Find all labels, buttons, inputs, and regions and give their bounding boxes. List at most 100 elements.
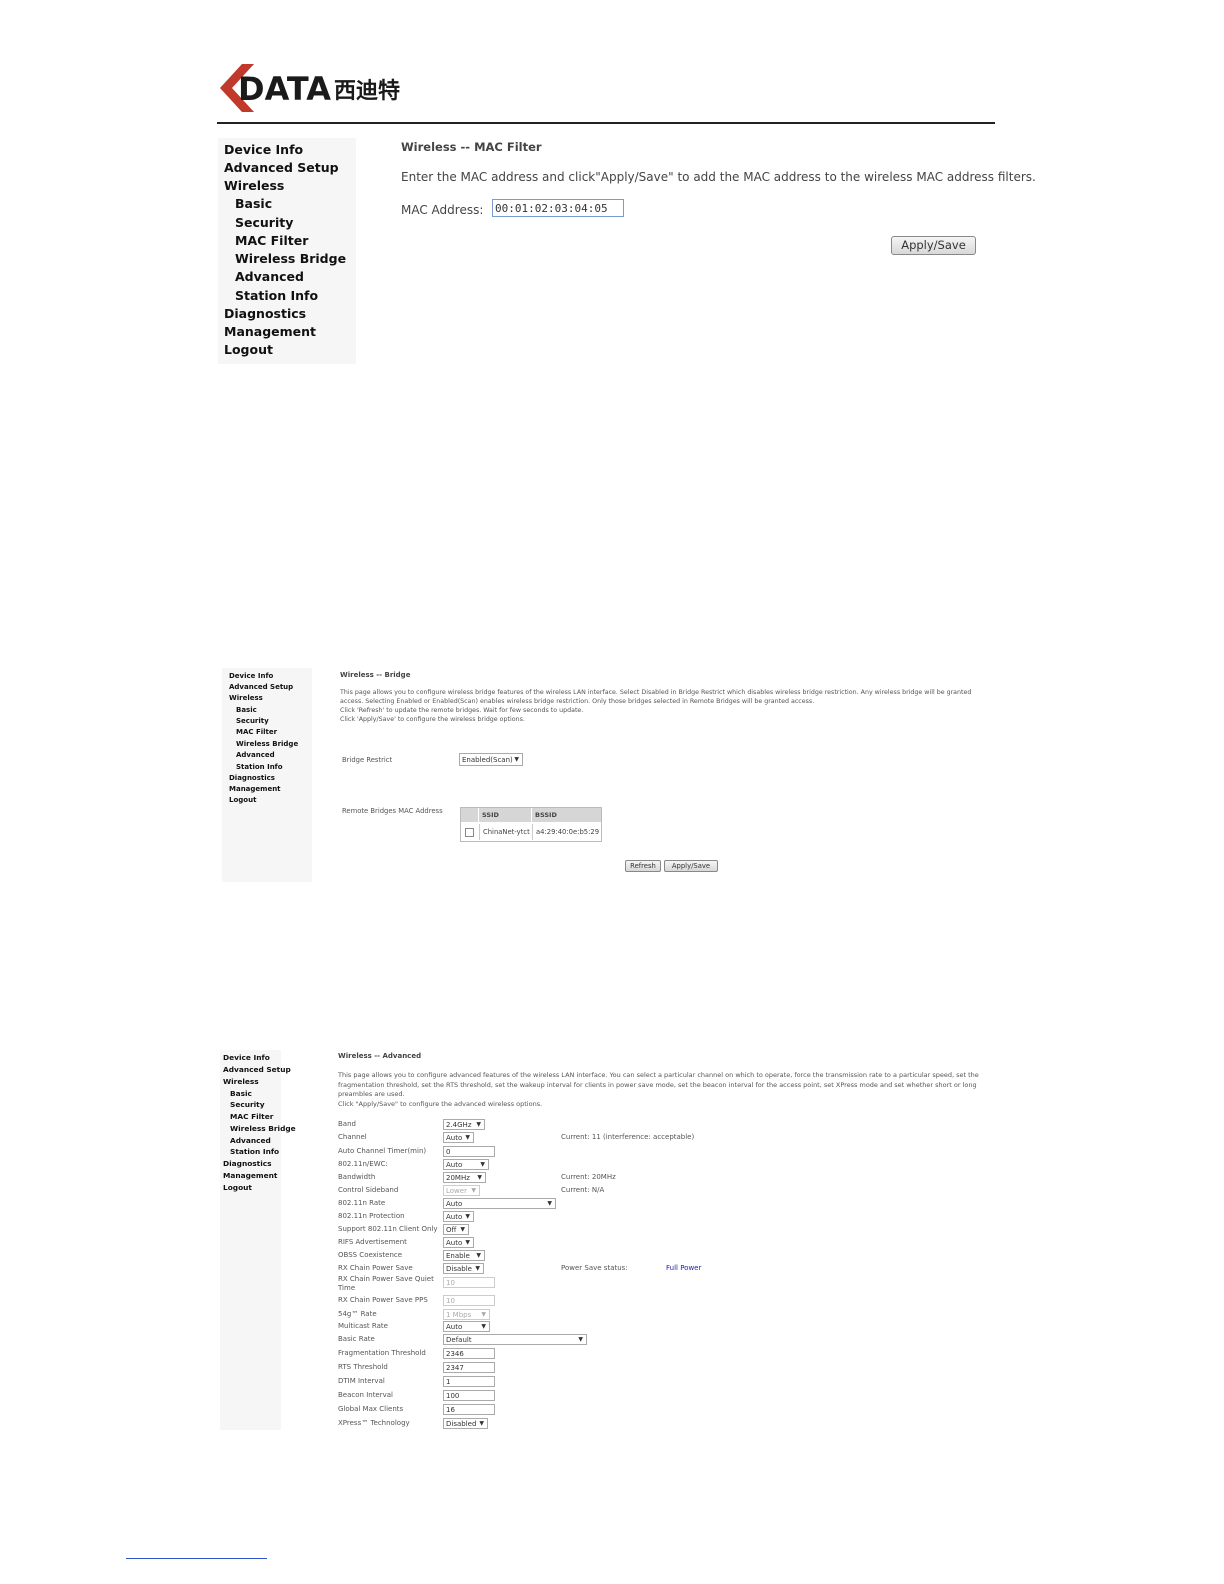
multicast-rate-value: Auto xyxy=(446,1323,463,1331)
54g-rate-select[interactable]: 1 Mbps ▼ xyxy=(443,1309,490,1320)
sidebar-item-wireless-bridge[interactable]: Wireless Bridge xyxy=(235,251,346,266)
page-title: Wireless -- Bridge xyxy=(340,671,411,679)
rifs-advertisement-select[interactable]: Auto ▼ xyxy=(443,1237,474,1248)
80211n-ewc-select[interactable]: Auto ▼ xyxy=(443,1159,489,1170)
obss-coexistence-label: OBSS Coexistence xyxy=(338,1251,403,1259)
chevron-down-icon: ▼ xyxy=(465,1213,470,1220)
sidebar-item-diagnostics[interactable]: Diagnostics xyxy=(224,306,306,321)
sidebar-item-device-info[interactable]: Device Info xyxy=(229,672,273,680)
sidebar-item-logout[interactable]: Logout xyxy=(229,796,256,804)
rifs-advertisement-value: Auto xyxy=(446,1239,463,1247)
sidebar-nav: Device Info Advanced Setup Wireless Basi… xyxy=(218,138,356,364)
client-only-label: Support 802.11n Client Only xyxy=(338,1225,438,1233)
sidebar-item-diagnostics[interactable]: Diagnostics xyxy=(229,774,275,782)
auto-channel-timer-input[interactable]: 0 xyxy=(443,1146,495,1157)
chevron-down-icon: ▼ xyxy=(475,1265,480,1272)
80211n-protection-select[interactable]: Auto ▼ xyxy=(443,1211,474,1222)
bridge-restrict-select[interactable]: Enabled(Scan) ▼ xyxy=(459,753,523,766)
rts-threshold-input[interactable]: 2347 xyxy=(443,1362,495,1373)
bandwidth-value: 20MHz xyxy=(446,1174,470,1182)
sidebar-item-security[interactable]: Security xyxy=(236,717,269,725)
obss-coexistence-select[interactable]: Enable ▼ xyxy=(443,1250,485,1261)
sidebar-item-diagnostics[interactable]: Diagnostics xyxy=(223,1159,272,1168)
obss-coexistence-value: Enable xyxy=(446,1252,470,1260)
sidebar-item-device-info[interactable]: Device Info xyxy=(223,1053,270,1062)
fragmentation-threshold-input[interactable]: 2346 xyxy=(443,1348,495,1359)
sidebar-item-wireless[interactable]: Wireless xyxy=(229,694,263,702)
sidebar-item-wireless-bridge[interactable]: Wireless Bridge xyxy=(236,740,298,748)
chevron-down-icon: ▼ xyxy=(477,1174,482,1181)
sidebar-item-station-info[interactable]: Station Info xyxy=(235,288,318,303)
multicast-rate-select[interactable]: Auto ▼ xyxy=(443,1321,490,1332)
sidebar-item-advanced[interactable]: Advanced xyxy=(235,269,304,284)
rts-threshold-label: RTS Threshold xyxy=(338,1363,388,1371)
rx-pps-input[interactable]: 10 xyxy=(443,1295,495,1306)
sidebar-item-mac-filter[interactable]: MAC Filter xyxy=(235,233,308,248)
sidebar-item-station-info[interactable]: Station Info xyxy=(230,1147,279,1156)
sidebar-nav: Device Info Advanced Setup Wireless Basi… xyxy=(220,1050,296,1430)
sidebar-item-advanced-setup[interactable]: Advanced Setup xyxy=(229,683,293,691)
basic-rate-select[interactable]: Default ▼ xyxy=(443,1334,587,1345)
dtim-interval-label: DTIM Interval xyxy=(338,1377,385,1385)
sidebar-item-wireless[interactable]: Wireless xyxy=(223,1077,259,1086)
sidebar-item-wireless-bridge[interactable]: Wireless Bridge xyxy=(230,1124,296,1133)
sidebar-item-wireless[interactable]: Wireless xyxy=(224,178,284,193)
80211n-rate-value: Auto xyxy=(446,1200,463,1208)
chevron-down-icon: ▼ xyxy=(465,1134,470,1141)
rifs-advertisement-label: RIFS Advertisement xyxy=(338,1238,407,1246)
mac-address-label: MAC Address: xyxy=(401,203,484,217)
bridge-restrict-label: Bridge Restrict xyxy=(342,756,393,764)
fragmentation-threshold-label: Fragmentation Threshold xyxy=(338,1349,426,1357)
table-row-checkbox[interactable] xyxy=(463,824,477,840)
beacon-interval-input[interactable]: 100 xyxy=(443,1390,495,1401)
beacon-interval-label: Beacon Interval xyxy=(338,1391,393,1399)
channel-current-text: Current: 11 (interference: acceptable) xyxy=(561,1133,695,1141)
sidebar-item-basic[interactable]: Basic xyxy=(235,196,272,211)
sidebar-item-basic[interactable]: Basic xyxy=(236,706,257,714)
sidebar-item-station-info[interactable]: Station Info xyxy=(236,763,283,771)
sidebar-item-security[interactable]: Security xyxy=(230,1100,265,1109)
sidebar-item-management[interactable]: Management xyxy=(224,324,316,339)
sidebar-item-advanced-setup[interactable]: Advanced Setup xyxy=(223,1065,291,1074)
global-max-clients-label: Global Max Clients xyxy=(338,1405,404,1413)
apply-save-button[interactable]: Apply/Save xyxy=(664,860,718,872)
sidebar-item-logout[interactable]: Logout xyxy=(224,342,273,357)
xpress-technology-select[interactable]: Disabled ▼ xyxy=(443,1418,488,1429)
sidebar-item-advanced[interactable]: Advanced xyxy=(230,1136,271,1145)
rx-quiet-time-label: RX Chain Power Save Quiet Time xyxy=(338,1275,434,1292)
sidebar-item-advanced[interactable]: Advanced xyxy=(236,751,275,759)
bandwidth-select[interactable]: 20MHz ▼ xyxy=(443,1172,486,1183)
sidebar-item-device-info[interactable]: Device Info xyxy=(224,142,303,157)
client-only-select[interactable]: Off ▼ xyxy=(443,1224,469,1235)
chevron-down-icon: ▼ xyxy=(481,1311,486,1318)
80211n-rate-select[interactable]: Auto ▼ xyxy=(443,1198,556,1209)
54g-rate-label: 54g™ Rate xyxy=(338,1310,377,1318)
rx-quiet-time-input[interactable]: 10 xyxy=(443,1277,495,1288)
refresh-button[interactable]: Refresh xyxy=(625,860,661,872)
global-max-clients-input[interactable]: 16 xyxy=(443,1404,495,1415)
chevron-down-icon: ▼ xyxy=(460,1226,465,1233)
sidebar-item-security[interactable]: Security xyxy=(235,215,293,230)
sidebar-item-advanced-setup[interactable]: Advanced Setup xyxy=(224,160,339,175)
xpress-technology-label: XPress™ Technology xyxy=(338,1419,410,1427)
sidebar-item-mac-filter[interactable]: MAC Filter xyxy=(236,728,277,736)
80211n-protection-label: 802.11n Protection xyxy=(338,1212,405,1220)
dtim-interval-input[interactable]: 1 xyxy=(443,1376,495,1387)
logo-text: DATA xyxy=(238,70,331,108)
channel-select[interactable]: Auto ▼ xyxy=(443,1132,474,1143)
sidebar-item-mac-filter[interactable]: MAC Filter xyxy=(230,1112,273,1121)
page-description-line: Click 'Refresh' to update the remote bri… xyxy=(340,707,584,714)
mac-address-input[interactable]: 00:01:02:03:04:05 xyxy=(492,199,624,217)
power-save-status-value: Full Power xyxy=(666,1264,702,1272)
rx-chain-power-save-select[interactable]: Disable ▼ xyxy=(443,1263,484,1274)
table-cell-bssid: a4:29:40:0e:b5:29 xyxy=(532,824,601,840)
band-select[interactable]: 2.4GHz ▼ xyxy=(443,1119,485,1130)
chevron-down-icon: ▼ xyxy=(476,1252,481,1259)
sidebar-item-management[interactable]: Management xyxy=(223,1171,277,1180)
apply-save-button[interactable]: Apply/Save xyxy=(891,236,976,255)
sidebar-item-management[interactable]: Management xyxy=(229,785,281,793)
page-description-line: preambles are used. xyxy=(338,1090,405,1098)
sidebar-item-basic[interactable]: Basic xyxy=(230,1089,252,1098)
control-sideband-select[interactable]: Lower ▼ xyxy=(443,1185,480,1196)
sidebar-item-logout[interactable]: Logout xyxy=(223,1183,252,1192)
